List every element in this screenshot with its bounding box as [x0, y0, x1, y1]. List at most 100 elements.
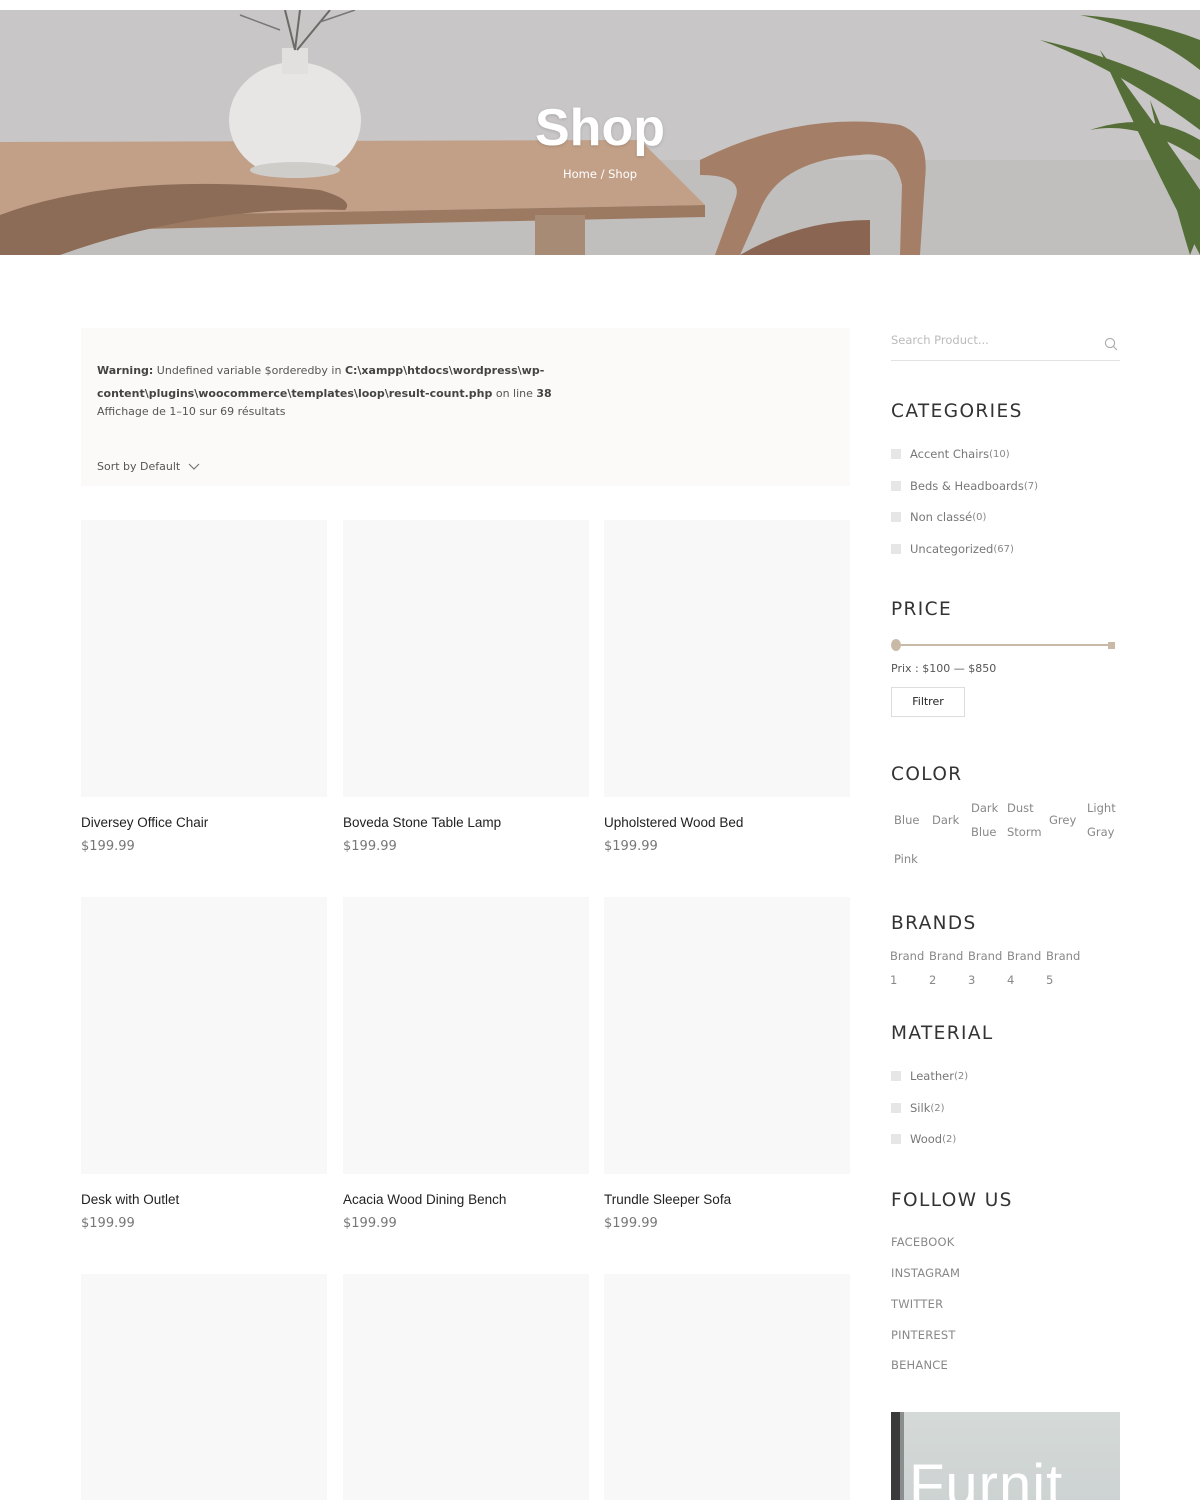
brand-option[interactable]: Brand 1	[890, 944, 924, 992]
warning-label: Warning:	[97, 364, 154, 377]
product-price: $199.99	[81, 839, 135, 854]
filter-button[interactable]: Filtrer	[891, 687, 965, 717]
brand-option[interactable]: Brand 2	[929, 944, 963, 992]
warning-line: 38	[536, 386, 552, 400]
product-card[interactable]: Boveda Stone Table Lamp $199.99	[343, 520, 589, 854]
behance-link[interactable]: BEHANCE	[891, 1358, 948, 1372]
color-option[interactable]: Pink	[894, 847, 918, 871]
color-option[interactable]: Blue	[894, 808, 919, 832]
brand-option[interactable]: Brand 5	[1046, 944, 1080, 992]
category-item[interactable]: Non classé (0)	[891, 510, 986, 524]
twitter-link[interactable]: TWITTER	[891, 1297, 943, 1311]
brand-number: 3	[968, 973, 976, 987]
checkbox[interactable]	[891, 1071, 901, 1081]
price-title: PRICE	[891, 599, 953, 620]
color-label: Pink	[894, 852, 918, 866]
brand-label: Brand	[968, 949, 1003, 963]
chevron-down-icon	[188, 463, 200, 470]
color-title: COLOR	[891, 764, 963, 785]
color-label: Dust	[1007, 801, 1034, 815]
category-label: Beds & Headboards	[910, 479, 1024, 493]
color-option[interactable]: Dust Storm	[1007, 796, 1042, 844]
product-card[interactable]: Diversey Office Chair $199.99	[81, 520, 327, 854]
material-count: (2)	[953, 1070, 969, 1082]
checkbox[interactable]	[891, 1103, 901, 1113]
material-item[interactable]: Silk (2)	[891, 1101, 945, 1115]
category-item[interactable]: Beds & Headboards (7)	[891, 479, 1038, 493]
pinterest-link[interactable]: PINTEREST	[891, 1328, 956, 1342]
follow-us-title: FOLLOW US	[891, 1190, 1013, 1211]
product-card[interactable]: Acacia Wood Dining Bench $199.99	[343, 897, 589, 1231]
promo-banner[interactable]: Furnit	[891, 1412, 1120, 1500]
brand-number: 5	[1046, 973, 1054, 987]
product-image-placeholder[interactable]	[81, 520, 327, 797]
price-range-label: Prix : $100 — $850	[891, 662, 997, 675]
product-name[interactable]: Trundle Sleeper Sofa	[604, 1192, 731, 1207]
material-item[interactable]: Wood (2)	[891, 1132, 956, 1146]
material-label: Silk	[910, 1101, 931, 1115]
search-icon[interactable]	[1104, 337, 1118, 351]
page-title: Shop	[535, 99, 665, 157]
search-input[interactable]	[891, 333, 1091, 347]
brand-option[interactable]: Brand 4	[1007, 944, 1041, 992]
product-name[interactable]: Upholstered Wood Bed	[604, 815, 743, 830]
checkbox[interactable]	[891, 512, 901, 522]
product-image-placeholder[interactable]	[604, 520, 850, 797]
promo-image-element	[900, 1412, 904, 1500]
slider-min-handle[interactable]	[891, 639, 901, 651]
product-price: $199.99	[343, 1216, 397, 1231]
product-name[interactable]: Boveda Stone Table Lamp	[343, 815, 501, 830]
product-image-placeholder[interactable]	[604, 1274, 850, 1500]
color-label-line2: Gray	[1087, 825, 1115, 839]
product-card[interactable]	[604, 1274, 850, 1500]
product-image-placeholder[interactable]	[343, 520, 589, 797]
material-label: Wood	[910, 1132, 943, 1146]
brand-option[interactable]: Brand 3	[968, 944, 1002, 992]
brand-number: 4	[1007, 973, 1015, 987]
promo-text: Furnit	[909, 1453, 1064, 1500]
facebook-link[interactable]: FACEBOOK	[891, 1235, 954, 1249]
breadcrumb-current: Shop	[608, 167, 638, 181]
category-label: Uncategorized	[910, 542, 994, 556]
checkbox[interactable]	[891, 1134, 901, 1144]
color-option[interactable]: Light Gray	[1087, 796, 1116, 844]
material-count: (2)	[930, 1102, 945, 1114]
checkbox[interactable]	[891, 449, 901, 459]
product-card[interactable]: Upholstered Wood Bed $199.99	[604, 520, 850, 854]
product-name[interactable]: Desk with Outlet	[81, 1192, 179, 1207]
instagram-link[interactable]: INSTAGRAM	[891, 1266, 960, 1280]
promo-image-element	[891, 1412, 900, 1500]
category-label: Accent Chairs	[910, 447, 990, 461]
breadcrumb-home-link[interactable]: Home	[563, 167, 597, 181]
sort-dropdown[interactable]: Sort by Default	[97, 460, 200, 473]
product-image-placeholder[interactable]	[81, 1274, 327, 1500]
checkbox[interactable]	[891, 481, 901, 491]
color-option[interactable]: Dark Blue	[971, 796, 998, 844]
material-item[interactable]: Leather (2)	[891, 1069, 968, 1083]
product-image-placeholder[interactable]	[343, 1274, 589, 1500]
product-card[interactable]: Trundle Sleeper Sofa $199.99	[604, 897, 850, 1231]
product-image-placeholder[interactable]	[343, 897, 589, 1174]
sort-label: Sort by Default	[97, 460, 181, 473]
product-image-placeholder[interactable]	[81, 897, 327, 1174]
color-option[interactable]: Grey	[1049, 808, 1076, 832]
color-option[interactable]: Dark	[932, 808, 959, 832]
php-warning-message: Warning: Undefined variable $orderedby i…	[97, 360, 837, 405]
product-card[interactable]	[343, 1274, 589, 1500]
category-item[interactable]: Accent Chairs (10)	[891, 447, 1010, 461]
product-price: $199.99	[343, 839, 397, 854]
product-name[interactable]: Diversey Office Chair	[81, 815, 208, 830]
product-card[interactable]: Desk with Outlet $199.99	[81, 897, 327, 1231]
product-image-placeholder[interactable]	[604, 897, 850, 1174]
product-name[interactable]: Acacia Wood Dining Bench	[343, 1192, 506, 1207]
checkbox[interactable]	[891, 544, 901, 554]
category-item[interactable]: Uncategorized (67)	[891, 542, 1014, 556]
page-hero-banner: Shop Home / Shop	[0, 10, 1200, 255]
price-range-slider[interactable]	[891, 639, 1115, 651]
color-label: Light	[1087, 801, 1116, 815]
brand-label: Brand	[1046, 949, 1081, 963]
product-card[interactable]	[81, 1274, 327, 1500]
brand-number: 1	[890, 973, 898, 987]
material-label: Leather	[910, 1069, 954, 1083]
slider-max-handle[interactable]	[1108, 642, 1115, 649]
